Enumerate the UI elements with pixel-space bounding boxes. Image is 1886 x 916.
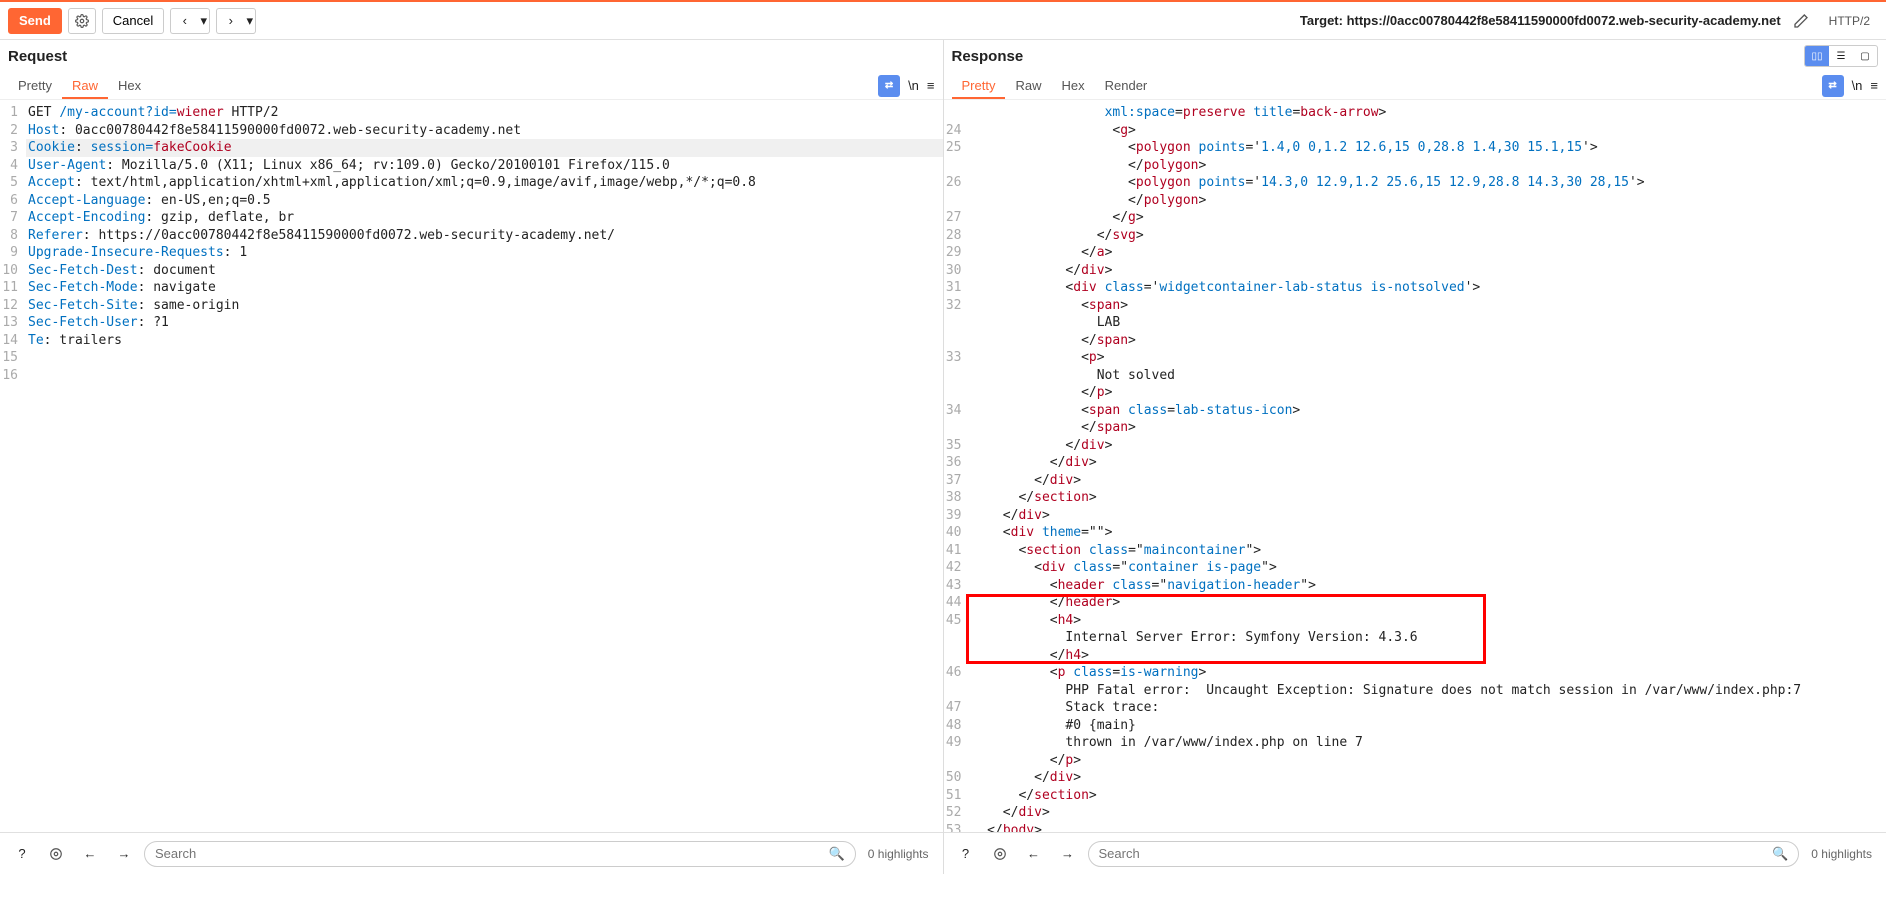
http-version-label: HTTP/2 [1821,14,1878,28]
tab-render[interactable]: Render [1095,74,1158,97]
search-prev-icon[interactable]: ← [76,841,104,867]
layout-single-icon[interactable]: ▢ [1853,46,1877,66]
history-forward-button[interactable]: › [216,8,244,34]
wrap-toggle[interactable]: \n [908,78,919,93]
history-forward-dropdown[interactable]: ▾ [244,8,256,34]
request-title: Request [8,48,67,65]
history-back-button[interactable]: ‹ [170,8,198,34]
response-pane: Response ▯▯ ☰ ▢ PrettyRawHexRender ⇄ \n … [944,40,1886,874]
hamburger-icon[interactable]: ≡ [1870,78,1878,93]
help-icon[interactable]: ? [8,841,36,867]
tab-raw[interactable]: Raw [1005,74,1051,97]
layout-toggle[interactable]: ▯▯ ☰ ▢ [1804,45,1878,67]
search-input[interactable] [155,846,829,861]
search-prev-icon[interactable]: ← [1020,841,1048,867]
search-next-icon[interactable]: → [1054,841,1082,867]
request-tabs: PrettyRawHex ⇄ \n ≡ [0,72,943,100]
search-box: 🔍 [144,841,856,867]
layout-rows-icon[interactable]: ☰ [1829,46,1853,66]
request-pane: Request PrettyRawHex ⇄ \n ≡ 123456789101… [0,40,944,874]
layout-columns-icon[interactable]: ▯▯ [1805,46,1829,66]
settings-icon[interactable] [986,841,1014,867]
search-next-icon[interactable]: → [110,841,138,867]
settings-icon[interactable] [42,841,70,867]
cancel-button[interactable]: Cancel [102,8,164,34]
history-back-dropdown[interactable]: ▾ [198,8,210,34]
tab-pretty[interactable]: Pretty [8,74,62,97]
search-input[interactable] [1099,846,1773,861]
request-editor[interactable]: 12345678910111213141516 GET /my-account?… [0,100,943,832]
search-box: 🔍 [1088,841,1800,867]
tab-hex[interactable]: Hex [108,74,151,97]
edit-target-icon[interactable] [1787,8,1815,34]
tab-pretty[interactable]: Pretty [952,74,1006,99]
response-title: Response [952,48,1024,65]
send-button[interactable]: Send [8,8,62,34]
help-icon[interactable]: ? [952,841,980,867]
toolbar: Send Cancel ‹ ▾ › ▾ Target: https://0acc… [0,0,1886,40]
response-tabs: PrettyRawHexRender ⇄ \n ≡ [944,72,1886,100]
tab-raw[interactable]: Raw [62,74,108,99]
search-icon[interactable]: 🔍 [1772,846,1788,862]
highlights-count: 0 highlights [862,847,935,861]
pretty-toggle-icon[interactable]: ⇄ [878,75,900,97]
tab-hex[interactable]: Hex [1051,74,1094,97]
pretty-toggle-icon[interactable]: ⇄ [1822,75,1844,97]
hamburger-icon[interactable]: ≡ [927,78,935,93]
target-label: Target: https://0acc00780442f8e584115900… [1300,13,1781,28]
response-editor[interactable]: 2425262728293031323334353637383940414243… [944,100,1886,832]
highlights-count: 0 highlights [1805,847,1878,861]
gear-icon[interactable] [68,8,96,34]
search-icon[interactable]: 🔍 [829,846,845,862]
wrap-toggle[interactable]: \n [1852,78,1863,93]
